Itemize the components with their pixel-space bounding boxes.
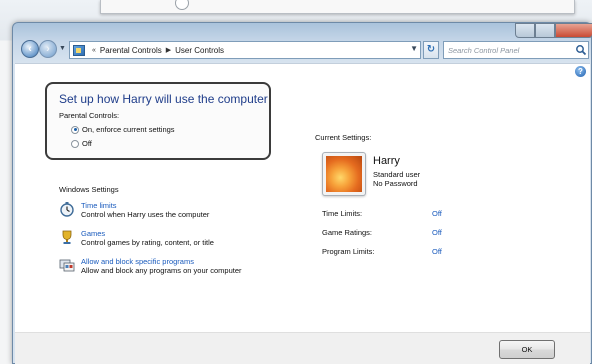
- games-description: Control games by rating, content, or tit…: [81, 238, 214, 247]
- page-title: Set up how Harry will use the computer: [59, 92, 268, 106]
- window-controls: [515, 23, 592, 39]
- windows-settings-label: Windows Settings: [59, 185, 119, 194]
- game-ratings-value[interactable]: Off: [432, 228, 442, 237]
- refresh-button[interactable]: ↻: [423, 41, 439, 59]
- back-button[interactable]: ‹: [21, 40, 39, 58]
- programs-link[interactable]: Allow and block specific programs: [81, 257, 194, 266]
- breadcrumb-separator: «: [92, 46, 96, 54]
- breadcrumb-separator: ▶: [165, 47, 172, 54]
- time-limits-description: Control when Harry uses the computer: [81, 210, 210, 219]
- user-password-status: No Password: [373, 179, 418, 188]
- programs-icon: [59, 259, 75, 272]
- program-limits-label: Program Limits:: [322, 247, 375, 256]
- parental-controls-label: Parental Controls:: [59, 111, 120, 120]
- maximize-button[interactable]: [535, 23, 555, 38]
- ok-button[interactable]: OK: [499, 340, 555, 359]
- control-panel-icon: [73, 44, 85, 56]
- help-icon[interactable]: ?: [575, 66, 586, 77]
- user-avatar-image: [326, 156, 362, 192]
- breadcrumb-parental-controls[interactable]: Parental Controls: [100, 46, 162, 55]
- address-bar[interactable]: « Parental Controls ▶ User Controls ▼: [69, 41, 421, 59]
- program-limits-value[interactable]: Off: [432, 247, 442, 256]
- radio-off-label[interactable]: Off: [82, 139, 92, 148]
- games-link[interactable]: Games: [81, 229, 105, 238]
- breadcrumb-user-controls[interactable]: User Controls: [175, 46, 224, 55]
- game-ratings-label: Game Ratings:: [322, 228, 373, 237]
- current-settings-label: Current Settings:: [315, 133, 372, 142]
- radio-off[interactable]: [71, 139, 79, 148]
- radio-on-option[interactable]: On, enforce current settings: [71, 125, 175, 134]
- background-window-knob: [175, 0, 189, 10]
- navigation-bar: ‹ › ▼ « Parental Controls ▶ User Control…: [19, 39, 589, 61]
- address-dropdown-icon[interactable]: ▼: [410, 44, 418, 53]
- programs-description: Allow and block any programs on your com…: [81, 266, 242, 275]
- forward-button[interactable]: ›: [39, 40, 57, 58]
- radio-on[interactable]: [71, 125, 79, 134]
- time-limits-label: Time Limits:: [322, 209, 363, 218]
- dialog-footer: OK: [15, 332, 590, 364]
- radio-on-label[interactable]: On, enforce current settings: [82, 125, 175, 134]
- close-button[interactable]: [555, 23, 592, 38]
- clock-icon: [60, 202, 74, 217]
- search-icon[interactable]: [575, 44, 587, 56]
- trophy-icon: [62, 230, 72, 244]
- time-limits-link[interactable]: Time limits: [81, 201, 117, 210]
- user-avatar: [322, 152, 366, 196]
- user-account-type: Standard user: [373, 170, 421, 179]
- search-input[interactable]: Search Control Panel: [443, 41, 589, 59]
- time-limits-value[interactable]: Off: [432, 209, 442, 218]
- recent-pages-dropdown-icon[interactable]: ▼: [59, 45, 66, 52]
- background-window-edge: [100, 0, 575, 14]
- minimize-button[interactable]: [515, 23, 535, 38]
- user-name: Harry: [373, 155, 400, 167]
- content-pane: ? Set up how Harry will use the computer…: [15, 63, 590, 364]
- radio-off-option[interactable]: Off: [71, 139, 92, 148]
- control-panel-window: ‹ › ▼ « Parental Controls ▶ User Control…: [12, 22, 592, 364]
